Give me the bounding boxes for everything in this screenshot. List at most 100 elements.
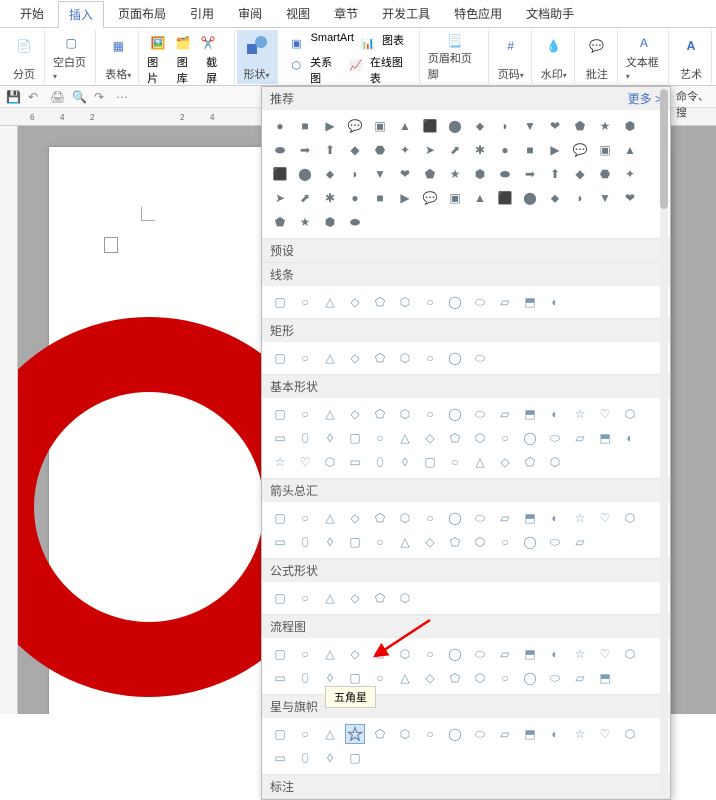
smartart-icon[interactable]: ▣ [286,32,308,54]
tab-insert[interactable]: 插入 [58,1,104,28]
more-icon[interactable]: ⋯ [116,90,130,104]
shape-item[interactable]: ▱ [570,668,590,688]
shape-item[interactable]: ⬒ [520,644,540,664]
shape-item[interactable]: ◯ [520,428,540,448]
shape-item[interactable]: ○ [420,348,440,368]
online-chart-icon[interactable]: 📈 [345,54,367,76]
shape-item[interactable]: ☆ [570,644,590,664]
ribbon-textbox[interactable]: A 文本框▾ [620,30,669,84]
ribbon-watermark[interactable]: 💧 水印▾ [534,30,575,84]
shape-item[interactable]: ★ [445,164,465,184]
more-link[interactable]: 更多 > [628,90,662,107]
shape-item[interactable]: ▲ [470,188,490,208]
shape-item[interactable]: ☆ [570,724,590,744]
shape-item[interactable]: ⬭ [470,644,490,664]
shape-item[interactable]: ▭ [345,452,365,472]
shape-item[interactable]: ▭ [270,748,290,768]
shape-item[interactable]: ⬤ [445,116,465,136]
shape-item[interactable]: ▢ [345,668,365,688]
shape-item[interactable]: ▢ [270,508,290,528]
shape-item[interactable]: ⬢ [620,116,640,136]
shape-item[interactable]: ⬭ [470,724,490,744]
shape-item[interactable]: ▢ [270,404,290,424]
shape-item[interactable]: ⬒ [520,404,540,424]
shape-item[interactable]: ◐ [545,724,565,744]
shape-item[interactable]: ⬣ [595,164,615,184]
shape-item[interactable]: ⬠ [445,668,465,688]
shape-item[interactable]: ▣ [370,116,390,136]
shape-item[interactable]: ◯ [445,404,465,424]
shape-item[interactable]: ⬭ [470,508,490,528]
shape-item[interactable]: ⬡ [395,292,415,312]
shape-item[interactable]: ■ [520,140,540,160]
shape-item[interactable]: ⬯ [295,748,315,768]
shape-item[interactable]: ▱ [495,724,515,744]
shape-item[interactable]: ❤ [395,164,415,184]
shape-item[interactable]: ☆ [570,404,590,424]
tab-start[interactable]: 开始 [10,1,54,26]
shape-item[interactable]: ⬛ [495,188,515,208]
shape-item[interactable]: ⬟ [270,212,290,232]
shape-item[interactable]: ○ [295,508,315,528]
shape-item[interactable]: ○ [370,532,390,552]
shape-item[interactable]: ◯ [445,644,465,664]
shape-item[interactable]: ▼ [520,116,540,136]
shape-item[interactable]: ⬡ [545,452,565,472]
shape-item[interactable]: ◊ [320,532,340,552]
shape-item[interactable]: ▢ [345,532,365,552]
shape-item[interactable]: ⬡ [470,428,490,448]
shape-item[interactable]: ◐ [620,428,640,448]
shape-item[interactable]: ▶ [320,116,340,136]
ribbon-header-footer[interactable]: 📃 页眉和页脚 [422,30,489,84]
shape-item[interactable]: ▢ [345,428,365,448]
shape-item[interactable]: ◊ [320,748,340,768]
shape-item[interactable]: ○ [370,668,390,688]
shape-item[interactable]: △ [470,452,490,472]
shape-item[interactable]: ▣ [595,140,615,160]
shape-item[interactable]: ▱ [570,428,590,448]
shape-item[interactable]: ⬛ [270,164,290,184]
shape-item[interactable]: ▢ [270,588,290,608]
shape-item[interactable]: ⬠ [370,348,390,368]
shape-item[interactable]: ⬠ [370,644,390,664]
shape-item[interactable]: ⬥ [545,188,565,208]
shape-item[interactable]: ▼ [595,188,615,208]
tab-featured[interactable]: 特色应用 [444,1,512,26]
shape-item[interactable]: ⬠ [370,588,390,608]
shape-item[interactable]: ⬯ [295,668,315,688]
shape-item[interactable]: ● [270,116,290,136]
shape-item[interactable]: ◊ [320,428,340,448]
shape-item[interactable]: ◇ [345,404,365,424]
shape-item[interactable]: ◯ [445,292,465,312]
shape-item[interactable]: △ [320,348,340,368]
shape-item[interactable]: ⬡ [395,644,415,664]
shape-item[interactable]: ○ [370,428,390,448]
shape-item[interactable]: ➤ [420,140,440,160]
shape-item[interactable]: ● [495,140,515,160]
shape-item[interactable]: ⬭ [545,532,565,552]
shape-item[interactable] [345,724,365,744]
shape-item[interactable]: ▱ [570,532,590,552]
shape-item[interactable]: ♡ [595,644,615,664]
shape-item[interactable]: ⬯ [370,452,390,472]
shape-item[interactable]: ▱ [495,508,515,528]
shape-item[interactable]: ✱ [320,188,340,208]
shape-item[interactable]: ⬯ [295,532,315,552]
ribbon-page-break[interactable]: 📄 分页 [4,30,45,84]
relation-icon[interactable]: ⬡ [286,54,308,76]
shape-item[interactable]: ➡ [295,140,315,160]
shape-item[interactable]: ● [345,188,365,208]
shape-item[interactable]: ○ [420,644,440,664]
shape-item[interactable]: △ [320,292,340,312]
shape-item[interactable]: ▶ [545,140,565,160]
tab-view[interactable]: 视图 [276,1,320,26]
shape-item[interactable]: ▢ [345,748,365,768]
shape-item[interactable]: ☆ [270,452,290,472]
shape-item[interactable]: ▢ [270,292,290,312]
shape-item[interactable]: △ [395,668,415,688]
shape-item[interactable]: ▭ [270,428,290,448]
shape-item[interactable]: ⬠ [370,508,390,528]
shape-item[interactable]: ⬠ [370,724,390,744]
shape-item[interactable]: ◯ [445,724,465,744]
shape-item[interactable]: ⬢ [470,164,490,184]
